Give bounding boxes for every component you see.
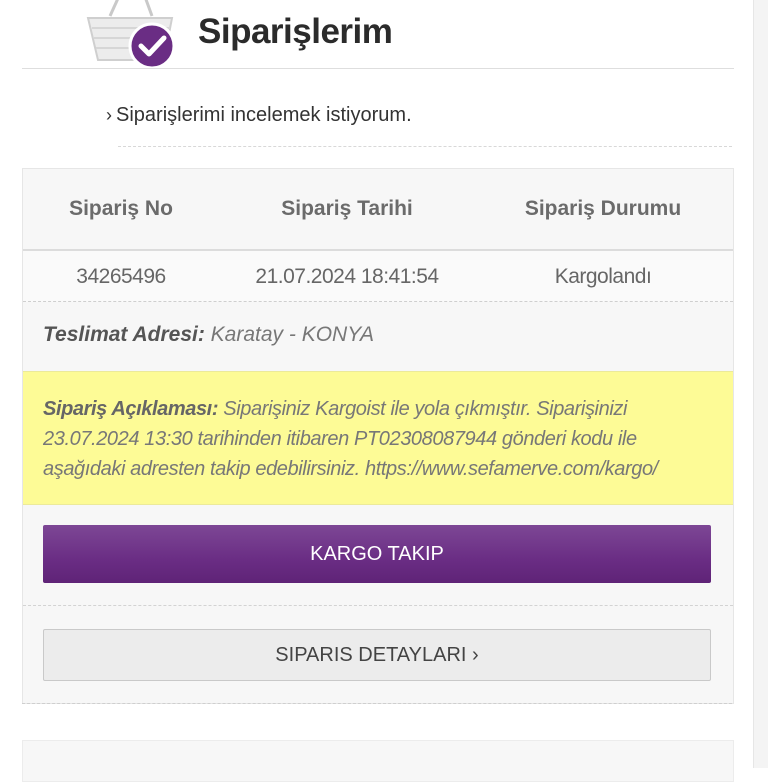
orders-intro-link[interactable]: › Siparişlerimi incelemek istiyorum.	[106, 104, 412, 127]
page-scroll-edge	[753, 0, 768, 768]
chevron-right-icon: ›	[106, 105, 112, 125]
delivery-address-value: Karatay - KONYA	[210, 323, 375, 346]
divider	[23, 605, 733, 606]
shopping-basket-check-icon	[86, 0, 176, 68]
cargo-track-button[interactable]: KARGO TAKIP	[43, 525, 711, 583]
order-note-label: Sipariş Açıklaması:	[43, 398, 219, 420]
table-row: 34265496 21.07.2024 18:41:54 Kargolandı	[23, 251, 733, 302]
order-date: 21.07.2024 18:41:54	[255, 265, 439, 288]
intro-text: Siparişlerimi incelemek istiyorum.	[116, 104, 412, 126]
order-note: Sipariş Açıklaması: Siparişiniz Kargoist…	[43, 394, 713, 484]
delivery-address-label: Teslimat Adresi:	[43, 323, 205, 346]
page-title: Siparişlerim	[198, 12, 393, 51]
delivery-address: Teslimat Adresi: Karatay - KONYA	[43, 323, 374, 347]
divider	[118, 146, 732, 147]
order-number: 34265496	[76, 265, 166, 288]
next-order-card	[22, 740, 734, 782]
order-table-header: Sipariş No Sipariş Tarihi Sipariş Durumu	[23, 169, 733, 251]
column-order-status: Sipariş Durumu	[524, 197, 682, 220]
divider	[22, 703, 732, 704]
order-status: Kargolandı	[554, 265, 652, 288]
column-order-date: Sipariş Tarihi	[281, 197, 413, 220]
order-card: Sipariş No Sipariş Tarihi Sipariş Durumu…	[22, 168, 734, 704]
order-note-box: Sipariş Açıklaması: Siparişiniz Kargoist…	[23, 371, 733, 505]
column-order-no: Sipariş No	[69, 197, 173, 220]
order-details-button[interactable]: SIPARIS DETAYLARI ›	[43, 629, 711, 681]
page-header: Siparişlerim	[22, 0, 734, 69]
